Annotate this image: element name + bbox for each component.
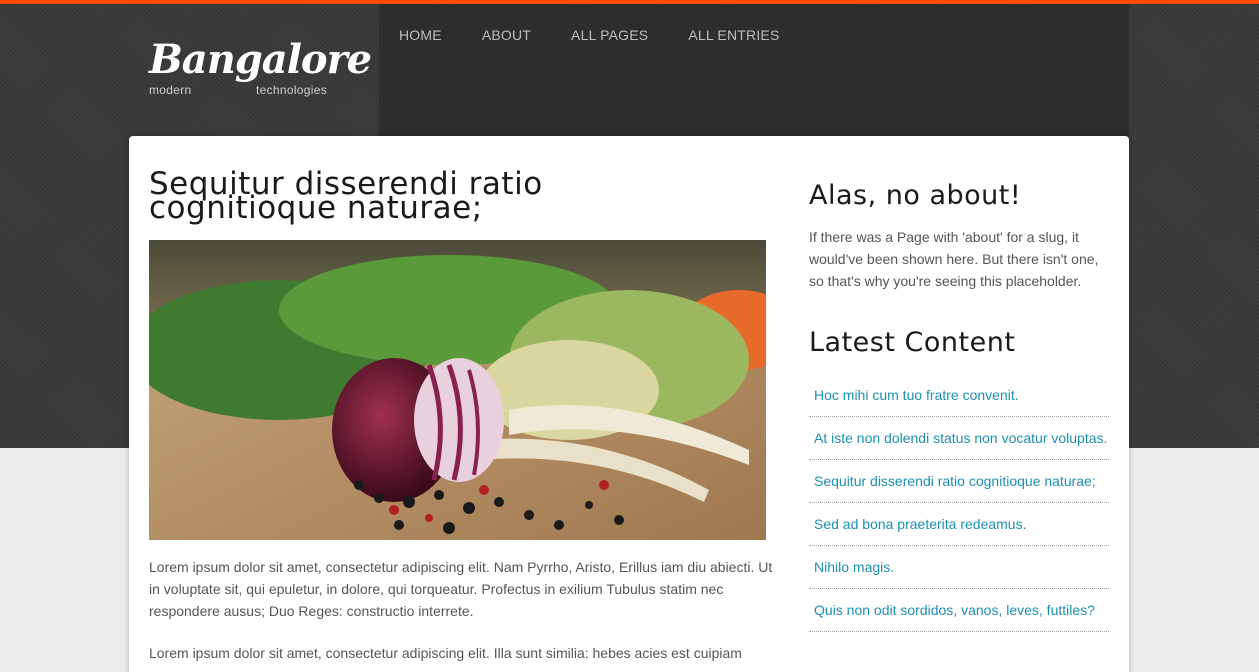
content-card: Sequitur disserendi ratio cognitioque na… (129, 136, 1129, 672)
latest-link[interactable]: Quis non odit sordidos, vanos, leves, fu… (814, 602, 1095, 618)
nav-home[interactable]: HOME (399, 27, 442, 43)
latest-link[interactable]: Hoc mihi cum tuo fratre convenit. (814, 387, 1019, 403)
site-tagline: modern technologies (149, 83, 327, 97)
latest-link[interactable]: Nihilo magis. (814, 559, 894, 575)
about-text: If there was a Page with 'about' for a s… (809, 229, 1099, 289)
tagline-right: technologies (256, 83, 327, 97)
post-featured-image (149, 240, 766, 540)
main-nav: HOME ABOUT ALL PAGES ALL ENTRIES (399, 27, 820, 43)
nav-all-pages[interactable]: ALL PAGES (571, 27, 648, 43)
nav-all-entries[interactable]: ALL ENTRIES (688, 27, 779, 43)
site-title: Bangalore (149, 36, 372, 83)
vegetables-image (149, 240, 766, 540)
list-item: Nihilo magis. (809, 556, 1109, 589)
about-title: Alas, no about! (809, 180, 1022, 211)
latest-link[interactable]: At iste non dolendi status non vocatur v… (814, 430, 1107, 446)
tagline-left: modern (149, 83, 192, 97)
post-paragraph: Lorem ipsum dolor sit amet, consectetur … (149, 559, 773, 619)
site-logo[interactable]: Bangalore modern technologies (149, 36, 372, 106)
list-item: Hoc mihi cum tuo fratre convenit. (809, 384, 1109, 417)
list-item: At iste non dolendi status non vocatur v… (809, 427, 1109, 460)
nav-panel (379, 4, 1129, 136)
list-item: Sequitur disserendi ratio cognitioque na… (809, 470, 1109, 503)
latest-link[interactable]: Sequitur disserendi ratio cognitioque na… (814, 473, 1096, 489)
post-paragraph: Lorem ipsum dolor sit amet, consectetur … (149, 645, 742, 661)
post-title[interactable]: Sequitur disserendi ratio cognitioque na… (149, 169, 709, 224)
latest-link[interactable]: Sed ad bona praeterita redeamus. (814, 516, 1026, 532)
nav-about[interactable]: ABOUT (482, 27, 531, 43)
latest-content-list: Hoc mihi cum tuo fratre convenit. At ist… (809, 384, 1109, 642)
list-item: Sed ad bona praeterita redeamus. (809, 513, 1109, 546)
latest-content-title: Latest Content (809, 327, 1016, 358)
list-item: Quis non odit sordidos, vanos, leves, fu… (809, 599, 1109, 632)
